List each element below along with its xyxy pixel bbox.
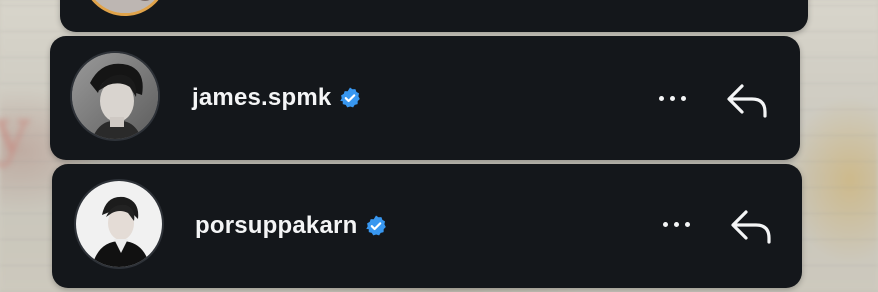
verified-badge-icon (340, 87, 361, 108)
username[interactable]: james.spmk (192, 84, 331, 112)
dot (673, 221, 679, 227)
avatar-partial (82, 0, 168, 16)
reply-arrow-icon[interactable] (724, 80, 770, 120)
verified-badge-icon (366, 215, 387, 236)
dot (658, 95, 664, 101)
dot (680, 95, 686, 101)
dot (669, 95, 675, 101)
more-options-button[interactable] (652, 86, 692, 110)
reply-arrow-icon[interactable] (728, 206, 774, 246)
notification-card[interactable]: porsuppakarn (52, 164, 802, 288)
background-doodle: y (0, 95, 31, 169)
more-options-button[interactable] (656, 212, 696, 236)
username-row: porsuppakarn (195, 212, 388, 240)
avatar[interactable] (76, 181, 162, 267)
avatar[interactable] (72, 53, 158, 139)
username[interactable]: porsuppakarn (195, 212, 357, 240)
notification-card-partial[interactable] (60, 0, 808, 32)
notification-card[interactable]: james.spmk (50, 36, 800, 160)
dot (684, 221, 690, 227)
username-row: james.spmk (192, 84, 362, 112)
dot (662, 221, 668, 227)
